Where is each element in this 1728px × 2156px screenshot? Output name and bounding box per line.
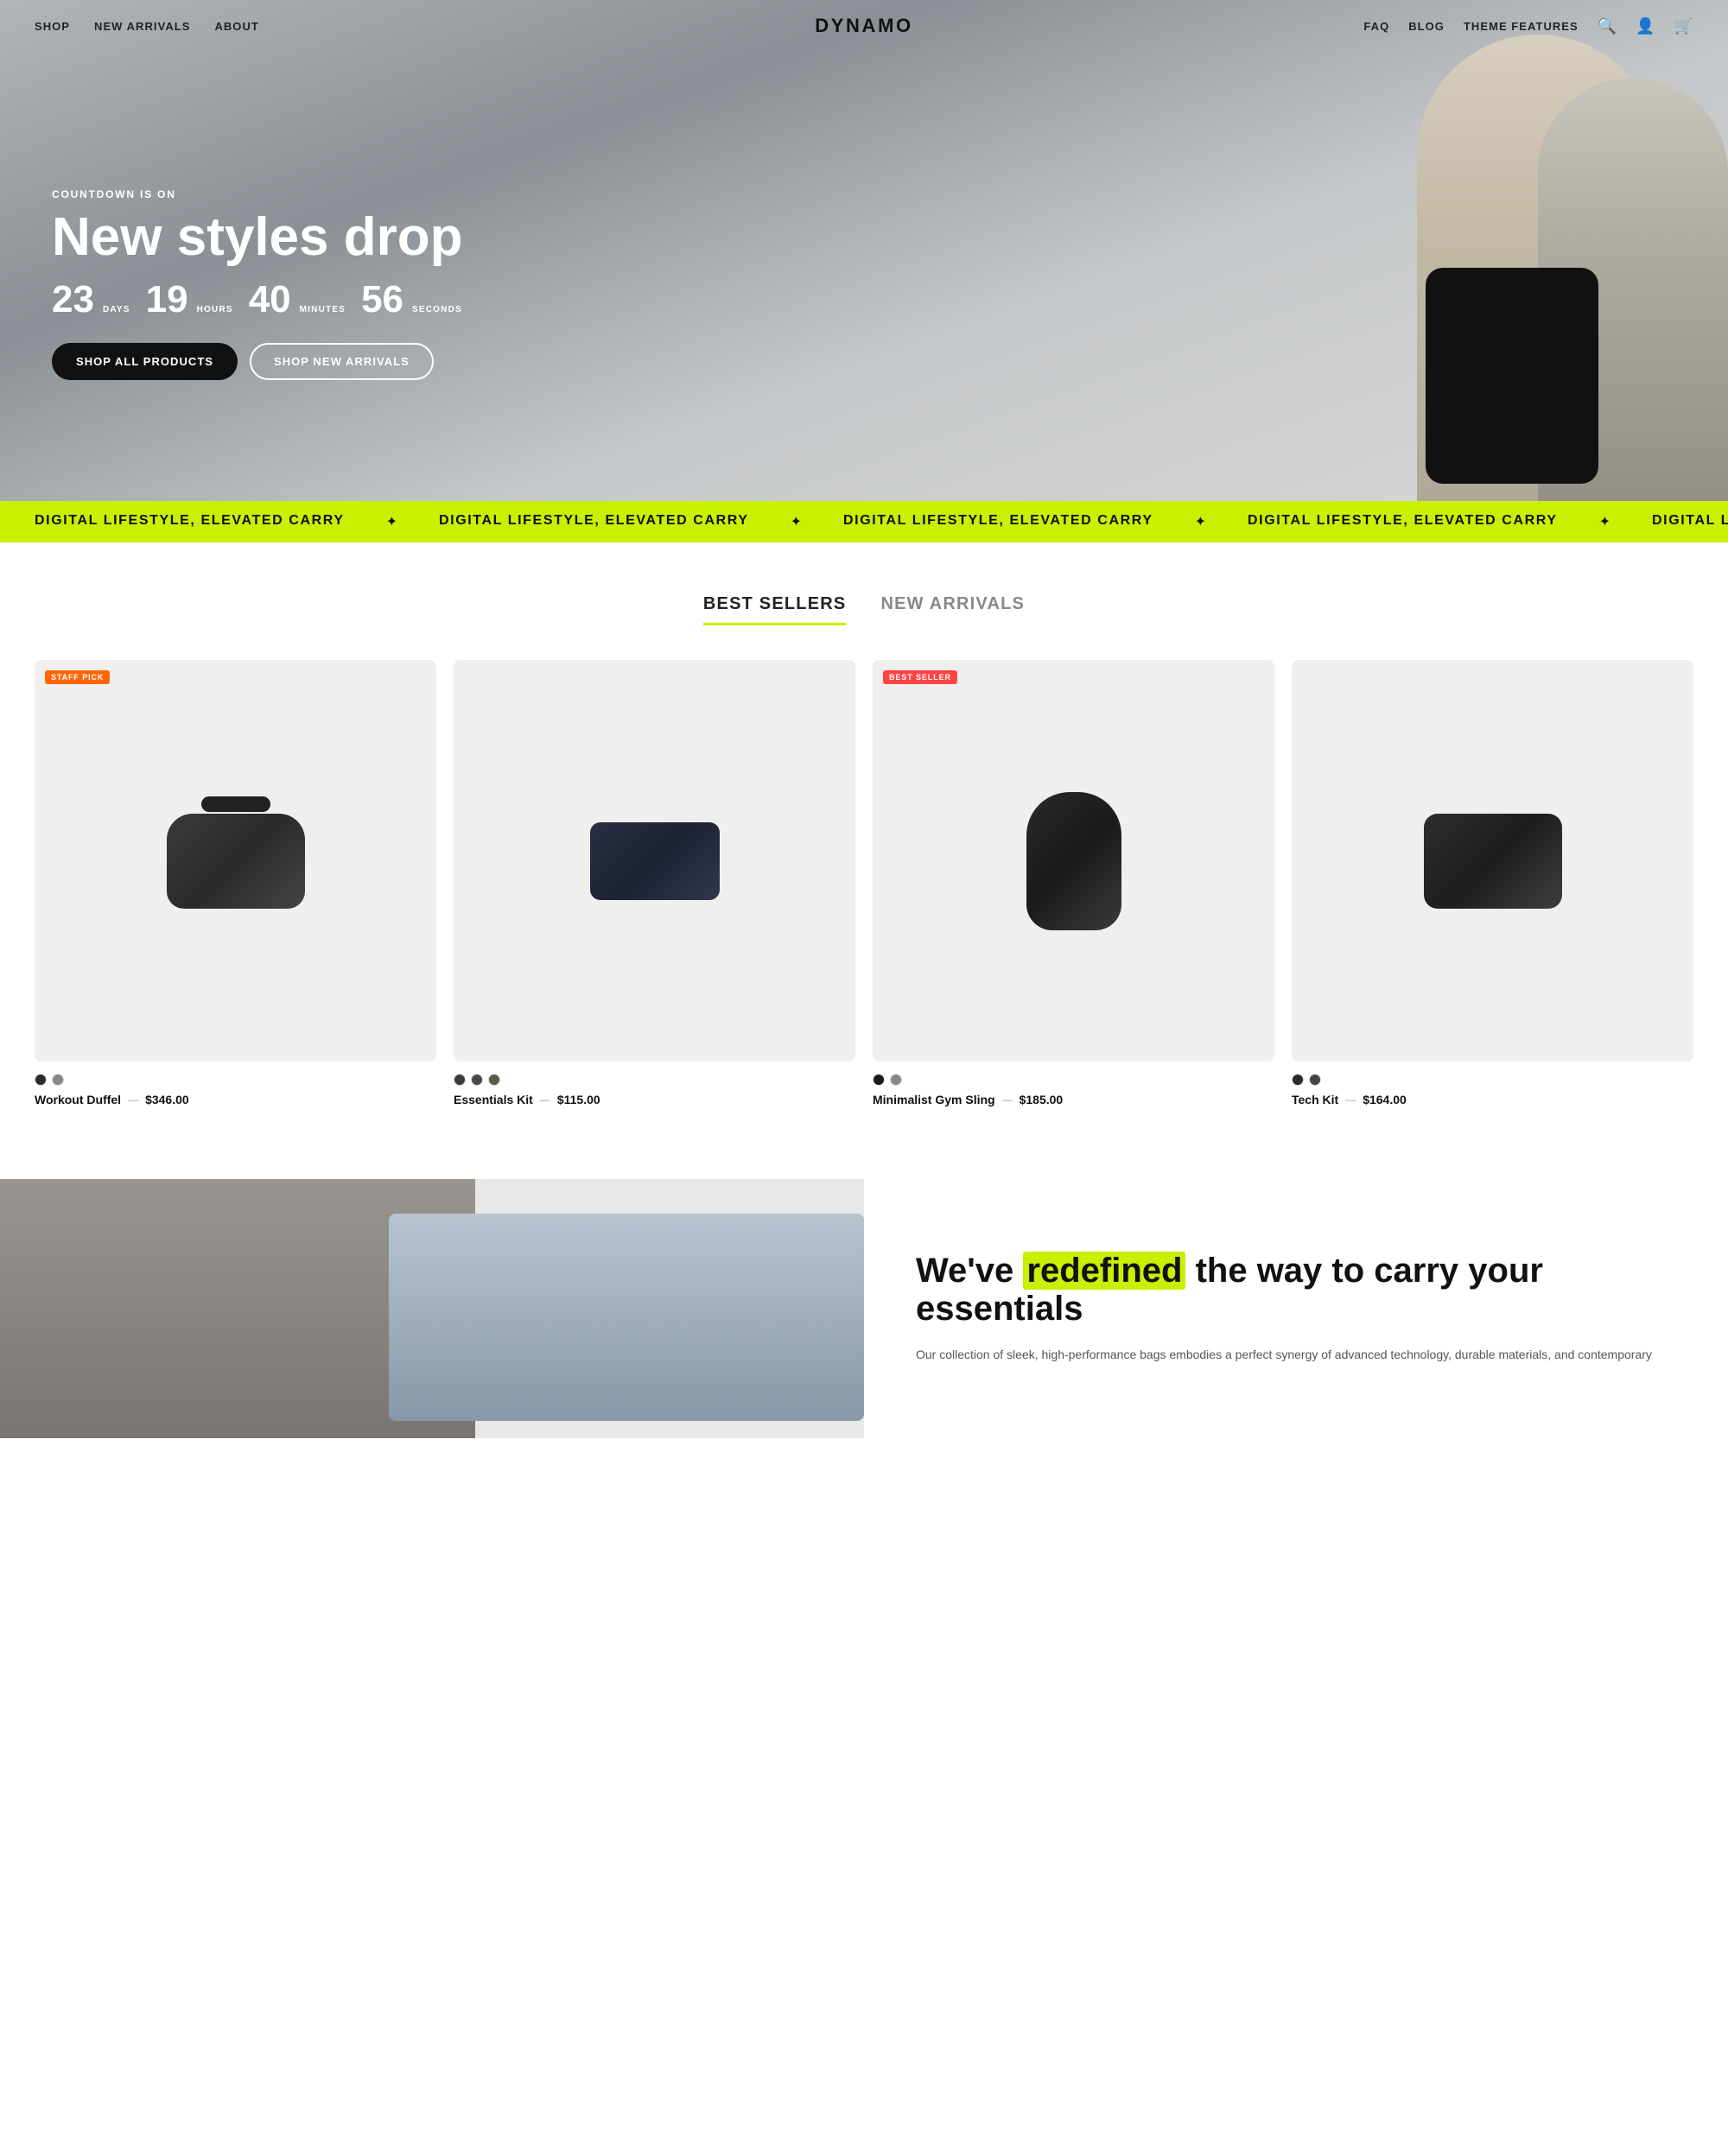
product-badge-staff: STAFF PICK xyxy=(45,670,110,684)
product-dash-kit: — xyxy=(540,1094,550,1106)
nav-left: SHOP NEW ARRIVALS ABOUT xyxy=(35,20,259,33)
redefined-text: We've redefined the way to carry your es… xyxy=(864,1179,1728,1438)
product-name-kit: Essentials Kit xyxy=(454,1093,533,1107)
main-nav: SHOP NEW ARRIVALS ABOUT DYNAMO FAQ BLOG … xyxy=(0,0,1728,52)
color-dot-dark[interactable] xyxy=(454,1074,466,1086)
marquee-item-1: DIGITAL LIFESTYLE, ELEVATED CARRY xyxy=(0,513,379,530)
countdown-hours-label: HOURS xyxy=(197,305,233,314)
product-image-sling: BEST SELLER xyxy=(873,660,1274,1062)
marquee-dot-4: ✦ xyxy=(1599,513,1610,530)
marquee-item-3: DIGITAL LIFESTYLE, ELEVATED CARRY xyxy=(809,513,1188,530)
countdown-days-num: 23 xyxy=(52,281,94,319)
product-name-duffel: Workout Duffel xyxy=(35,1093,121,1107)
product-image-tech xyxy=(1292,660,1693,1062)
hero-backpack xyxy=(1426,268,1598,484)
marquee-item-4: DIGITAL LIFESTYLE, ELEVATED CARRY xyxy=(1213,513,1592,530)
redefined-bag-image xyxy=(389,1214,864,1421)
product-dash-duffel: — xyxy=(128,1094,138,1106)
product-name-sling: Minimalist Gym Sling xyxy=(873,1093,995,1107)
hero-buttons: SHOP ALL PRODUCTS SHOP NEW ARRIVALS xyxy=(52,343,469,380)
tab-new-arrivals[interactable]: NEW ARRIVALS xyxy=(880,594,1025,625)
hero-section: COUNTDOWN IS ON New styles drop 23 DAYS … xyxy=(0,0,1728,501)
marquee-dot-1: ✦ xyxy=(386,513,397,530)
nav-logo-wrap: DYNAMO xyxy=(815,15,913,37)
color-dot-black2[interactable] xyxy=(873,1074,885,1086)
product-price-duffel: $346.00 xyxy=(145,1093,189,1107)
hero-figures xyxy=(691,0,1728,501)
product-image-kit xyxy=(454,660,855,1062)
hero-countdown: 23 DAYS 19 HOURS 40 MINUTES 56 SECONDS xyxy=(52,281,469,319)
sling-bag-shape xyxy=(1026,792,1121,930)
product-card-tech[interactable]: Tech Kit — $164.00 xyxy=(1292,660,1693,1110)
hero-eyebrow: COUNTDOWN IS ON xyxy=(52,188,469,200)
color-dot-gray2[interactable] xyxy=(890,1074,902,1086)
redefined-title-highlight: redefined xyxy=(1023,1252,1185,1290)
nav-right: FAQ BLOG THEME FEATURES 🔍 👤 🛒 xyxy=(1363,17,1693,35)
redefined-title-part1: We've xyxy=(916,1252,1013,1290)
marquee-item-5: DIGITAL LIFESTYLE, ELEVATED CARRY xyxy=(1617,513,1728,530)
shop-new-arrivals-button[interactable]: SHOP NEW ARRIVALS xyxy=(250,343,434,380)
product-dash-tech: — xyxy=(1345,1094,1356,1106)
color-dot-dark2[interactable] xyxy=(1309,1074,1321,1086)
duffel-bag-shape xyxy=(167,814,305,909)
product-price-kit: $115.00 xyxy=(557,1093,600,1107)
nav-faq[interactable]: FAQ xyxy=(1363,20,1389,33)
account-icon[interactable]: 👤 xyxy=(1636,17,1655,35)
product-price-tech: $164.00 xyxy=(1363,1093,1407,1107)
nav-theme-features[interactable]: THEME FEATURES xyxy=(1464,20,1579,33)
product-dash-sling: — xyxy=(1002,1094,1013,1106)
color-dot-black[interactable] xyxy=(35,1074,47,1086)
marquee-banner: DIGITAL LIFESTYLE, ELEVATED CARRY ✦ DIGI… xyxy=(0,501,1728,542)
countdown-seconds-num: 56 xyxy=(361,281,403,319)
nav-shop[interactable]: SHOP xyxy=(35,20,70,33)
redefined-title: We've redefined the way to carry your es… xyxy=(916,1252,1676,1328)
product-tabs: BEST SELLERS NEW ARRIVALS xyxy=(35,594,1693,625)
color-dot-olive[interactable] xyxy=(488,1074,500,1086)
color-dot-black3[interactable] xyxy=(1292,1074,1304,1086)
product-price-sling: $185.00 xyxy=(1020,1093,1064,1107)
nav-blog[interactable]: BLOG xyxy=(1408,20,1445,33)
product-image-duffel: STAFF PICK xyxy=(35,660,436,1062)
redefined-images xyxy=(0,1179,864,1438)
countdown-minutes-label: MINUTES xyxy=(300,305,346,314)
product-card-sling[interactable]: BEST SELLER Minimalist Gym Sling — $185.… xyxy=(873,660,1274,1110)
color-dot-gray[interactable] xyxy=(52,1074,64,1086)
hero-content: COUNTDOWN IS ON New styles drop 23 DAYS … xyxy=(52,188,469,380)
countdown-seconds-label: SECONDS xyxy=(412,305,462,314)
shop-all-button[interactable]: SHOP ALL PRODUCTS xyxy=(52,343,238,380)
marquee-item-2: DIGITAL LIFESTYLE, ELEVATED CARRY xyxy=(404,513,784,530)
marquee-dot-3: ✦ xyxy=(1195,513,1206,530)
countdown-hours-num: 19 xyxy=(146,281,188,319)
products-section: BEST SELLERS NEW ARRIVALS STAFF PICK Wor… xyxy=(0,542,1728,1145)
product-card-duffel[interactable]: STAFF PICK Workout Duffel — $346.00 xyxy=(35,660,436,1110)
countdown-days-label: DAYS xyxy=(103,305,130,314)
marquee-track: DIGITAL LIFESTYLE, ELEVATED CARRY ✦ DIGI… xyxy=(0,513,1728,530)
redefined-section: We've redefined the way to carry your es… xyxy=(0,1179,1728,1438)
product-name-row-tech: Tech Kit — $164.00 xyxy=(1292,1093,1693,1107)
tab-best-sellers[interactable]: BEST SELLERS xyxy=(703,594,847,625)
product-colors-tech xyxy=(1292,1074,1693,1086)
product-badge-bestseller: BEST SELLER xyxy=(883,670,957,684)
product-name-row-kit: Essentials Kit — $115.00 xyxy=(454,1093,855,1107)
nav-new-arrivals[interactable]: NEW ARRIVALS xyxy=(94,20,190,33)
color-dot-mid[interactable] xyxy=(471,1074,483,1086)
product-colors-kit xyxy=(454,1074,855,1086)
cart-icon[interactable]: 🛒 xyxy=(1674,17,1693,35)
countdown-minutes-num: 40 xyxy=(249,281,291,319)
nav-about[interactable]: ABOUT xyxy=(214,20,258,33)
tech-bag-shape xyxy=(1424,814,1562,909)
product-colors-duffel xyxy=(35,1074,436,1086)
marquee-dot-2: ✦ xyxy=(791,513,802,530)
site-logo[interactable]: DYNAMO xyxy=(815,15,913,36)
redefined-description: Our collection of sleek, high-performanc… xyxy=(916,1345,1676,1366)
kit-bag-shape xyxy=(590,822,720,900)
product-name-row-duffel: Workout Duffel — $346.00 xyxy=(35,1093,436,1107)
product-colors-sling xyxy=(873,1074,1274,1086)
product-name-tech: Tech Kit xyxy=(1292,1093,1338,1107)
product-grid: STAFF PICK Workout Duffel — $346.00 xyxy=(35,660,1693,1110)
product-name-row-sling: Minimalist Gym Sling — $185.00 xyxy=(873,1093,1274,1107)
hero-title: New styles drop xyxy=(52,209,469,265)
search-icon[interactable]: 🔍 xyxy=(1598,17,1617,35)
product-card-kit[interactable]: Essentials Kit — $115.00 xyxy=(454,660,855,1110)
